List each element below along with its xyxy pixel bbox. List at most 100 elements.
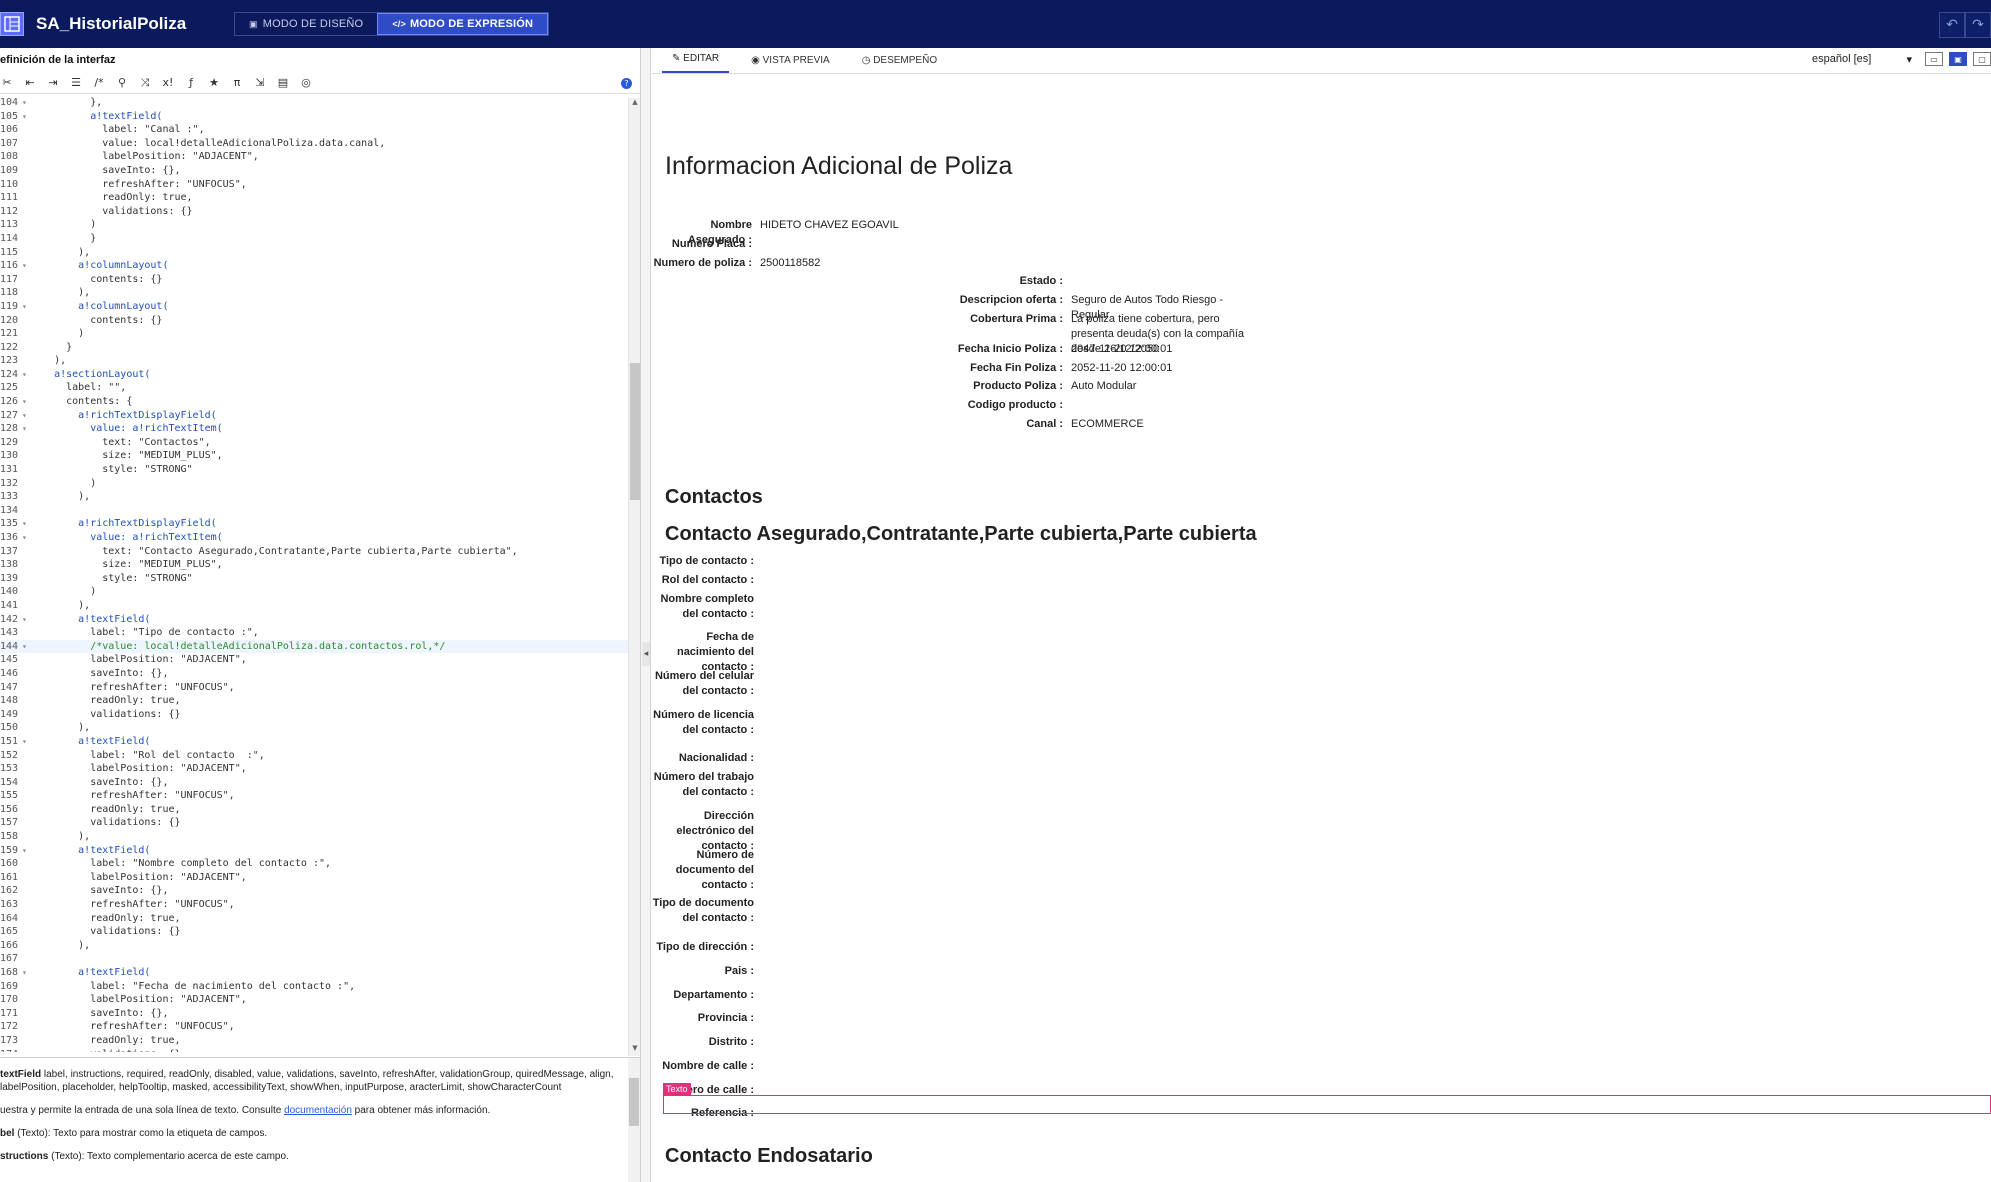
code-line[interactable]: 106 label: "Canal :", [0,123,628,137]
code-line[interactable]: 153 labelPosition: "ADJACENT", [0,762,628,776]
code-line[interactable]: 168 ▾ a!textField( [0,966,628,980]
code-line[interactable]: 167 [0,952,628,966]
code-line[interactable]: 152 label: "Rol del contacto :", [0,749,628,763]
code-line[interactable]: 137 text: "Contacto Asegurado,Contratant… [0,545,628,559]
code-line[interactable]: 139 style: "STRONG" [0,572,628,586]
code-line[interactable]: 138 size: "MEDIUM_PLUS", [0,558,628,572]
code-line[interactable]: 155 refreshAfter: "UNFOCUS", [0,789,628,803]
monitor-view-icon[interactable]: ▢ [1973,52,1991,66]
code-line[interactable]: 111 readOnly: true, [0,191,628,205]
tab-editar[interactable]: ✎ EDITAR [662,53,730,73]
code-line[interactable]: 121 ) [0,327,628,341]
code-line[interactable]: 144 ▾ /*value: local!detalleAdicionalPoli… [0,639,628,654]
shuffle-icon[interactable]: ⤨ [138,76,152,90]
fold-arrow-icon[interactable]: ▾ [22,300,30,314]
code-line[interactable]: 170 labelPosition: "ADJACENT", [0,993,628,1007]
docs-scrollbar[interactable] [628,1058,640,1182]
indent-left-icon[interactable]: ⇤ [23,76,37,89]
code-line[interactable]: 126 ▾ contents: { [0,395,628,409]
code-line[interactable]: 161 labelPosition: "ADJACENT", [0,871,628,885]
selected-component-outline[interactable] [663,1095,1991,1114]
code-line[interactable]: 108 labelPosition: "ADJACENT", [0,150,628,164]
fold-arrow-icon[interactable]: ▾ [22,735,30,749]
fold-arrow-icon[interactable]: ▾ [22,110,30,124]
code-line[interactable]: 123 ), [0,354,628,368]
undo-button[interactable]: ↶ [1939,12,1965,38]
fold-arrow-icon[interactable]: ▾ [22,96,30,110]
code-line[interactable]: 158 ), [0,830,628,844]
code-line[interactable]: 110 refreshAfter: "UNFOCUS", [0,178,628,192]
code-line[interactable]: 128 ▾ value: a!richTextItem( [0,422,628,436]
code-line[interactable]: 142 ▾ a!textField( [0,613,628,627]
code-line[interactable]: 131 style: "STRONG" [0,463,628,477]
code-line[interactable]: 140 ) [0,585,628,599]
code-line[interactable]: 145 labelPosition: "ADJACENT", [0,653,628,667]
code-line[interactable]: 143 label: "Tipo de contacto :", [0,626,628,640]
redo-button[interactable]: ↷ [1965,12,1991,38]
code-line[interactable]: 107 value: local!detalleAdicionalPoliza.… [0,137,628,151]
language-select[interactable]: español [es] ▾ [1812,53,1912,66]
code-line[interactable]: 119 ▾ a!columnLayout( [0,300,628,314]
code-line[interactable]: 117 contents: {} [0,273,628,287]
code-line[interactable]: 156 readOnly: true, [0,803,628,817]
fold-arrow-icon[interactable]: ▾ [22,640,30,654]
star-icon[interactable]: ★ [207,76,221,89]
comment-icon[interactable]: /* [92,76,106,89]
docs-scrollbar-thumb[interactable] [629,1078,639,1126]
code-line[interactable]: 133 ), [0,490,628,504]
code-line[interactable]: 125 label: "", [0,381,628,395]
code-line[interactable]: 134 [0,504,628,518]
cut-icon[interactable]: ✂ [0,76,14,89]
expression-mode-button[interactable]: </> MODO DE EXPRESIÓN [377,13,549,35]
code-line[interactable]: 160 label: "Nombre completo del contacto… [0,857,628,871]
fold-arrow-icon[interactable]: ▾ [22,844,30,858]
code-line[interactable]: 130 size: "MEDIUM_PLUS", [0,449,628,463]
code-line[interactable]: 148 readOnly: true, [0,694,628,708]
code-line[interactable]: 114 } [0,232,628,246]
code-line[interactable]: 146 saveInto: {}, [0,667,628,681]
code-line[interactable]: 127 ▾ a!richTextDisplayField( [0,409,628,423]
globe-icon[interactable]: ◎ [299,76,313,89]
scroll-up-icon[interactable]: ▲ [629,98,641,110]
code-line[interactable]: 132 ) [0,477,628,491]
fold-arrow-icon[interactable]: ▾ [22,517,30,531]
code-line[interactable]: 164 readOnly: true, [0,912,628,926]
fold-arrow-icon[interactable]: ▾ [22,531,30,545]
code-line[interactable]: 151 ▾ a!textField( [0,735,628,749]
code-line[interactable]: 166 ), [0,939,628,953]
fold-arrow-icon[interactable]: ▾ [22,613,30,627]
fold-arrow-icon[interactable]: ▾ [22,368,30,382]
code-line[interactable]: 162 saveInto: {}, [0,884,628,898]
code-line[interactable]: 135 ▾ a!richTextDisplayField( [0,517,628,531]
code-line[interactable]: 163 refreshAfter: "UNFOCUS", [0,898,628,912]
fold-arrow-icon[interactable]: ▾ [22,395,30,409]
scrollbar-thumb[interactable] [630,363,640,500]
code-line[interactable]: 165 validations: {} [0,925,628,939]
code-line[interactable]: 147 refreshAfter: "UNFOCUS", [0,681,628,695]
tab-desempeno[interactable]: ◷ DESEMPEÑO [852,55,947,73]
search-icon[interactable]: ⚲ [115,76,129,89]
code-line[interactable]: 109 saveInto: {}, [0,164,628,178]
fold-arrow-icon[interactable]: ▾ [22,259,30,273]
design-mode-button[interactable]: ▣ MODO DE DISEÑO [235,13,377,35]
code-line[interactable]: 169 label: "Fecha de nacimiento del cont… [0,980,628,994]
pi-icon[interactable]: π [230,76,244,89]
code-line[interactable]: 120 contents: {} [0,314,628,328]
code-line[interactable]: 149 validations: {} [0,708,628,722]
code-line[interactable]: 171 saveInto: {}, [0,1007,628,1021]
code-line[interactable]: 115 ), [0,246,628,260]
documentation-link[interactable]: documentación [284,1105,352,1116]
variable-icon[interactable]: x! [161,76,175,89]
desktop-view-icon[interactable]: ▣ [1949,52,1967,66]
code-line[interactable]: 122 } [0,341,628,355]
editor-scrollbar[interactable]: ▲ ▼ [628,98,640,1056]
code-line[interactable]: 124 ▾ a!sectionLayout( [0,368,628,382]
code-line[interactable]: 150 ), [0,721,628,735]
code-editor[interactable]: 104 ▾ }, 105 ▾ a!textField(106 label: "Cana… [0,96,628,1052]
code-line[interactable]: 136 ▾ value: a!richTextItem( [0,531,628,545]
code-line[interactable]: 112 validations: {} [0,205,628,219]
format-icon[interactable]: ☰ [69,76,83,89]
tablet-view-icon[interactable]: ▭ [1925,52,1943,66]
help-icon[interactable]: ? [621,78,632,89]
code-line[interactable]: 154 saveInto: {}, [0,776,628,790]
